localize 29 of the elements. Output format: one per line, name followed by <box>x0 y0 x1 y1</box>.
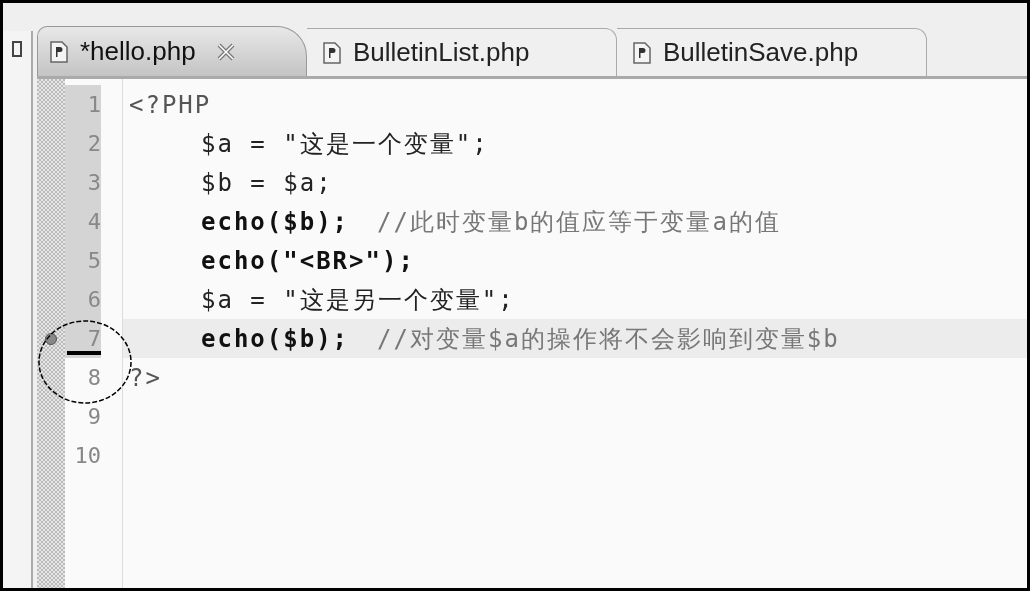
php-file-icon <box>633 41 651 64</box>
code-text: //此时变量b的值应等于变量a的值 <box>377 206 781 238</box>
code-text: echo("<BR>"); <box>201 245 415 277</box>
code-text: <?PHP <box>129 89 212 121</box>
line-number: 2 <box>87 130 101 158</box>
line-number: 1 <box>87 91 101 119</box>
code-text: //对变量$a的操作将不会影响到变量$b <box>377 323 840 355</box>
line-number: 9 <box>87 403 101 431</box>
line-number: 5 <box>87 247 101 275</box>
editor-tab[interactable]: *hello.php <box>37 26 307 76</box>
code-text: $a = "这是一个变量"; <box>201 128 489 160</box>
code-text: $b = $a; <box>201 167 333 199</box>
panel-icon <box>12 41 22 57</box>
line-number: 4 <box>87 208 101 236</box>
editor-tab[interactable]: BulletinSave.php <box>617 28 927 76</box>
code-text: echo($b); <box>201 323 350 355</box>
line-number: 8 <box>87 364 101 392</box>
close-icon[interactable] <box>215 42 236 61</box>
marker-icon <box>45 332 57 345</box>
editor-tab[interactable]: BulletinList.php <box>307 28 617 76</box>
php-file-icon <box>50 40 68 63</box>
php-file-icon <box>323 41 341 64</box>
line-number: 3 <box>87 169 101 197</box>
code-text: $a = "这是另一个变量"; <box>201 284 515 316</box>
line-number: 10 <box>74 442 101 470</box>
line-number: 7 <box>87 325 101 353</box>
code-text: ?> <box>129 362 162 394</box>
code-text: echo($b); <box>201 206 350 238</box>
line-number: 6 <box>87 286 101 314</box>
